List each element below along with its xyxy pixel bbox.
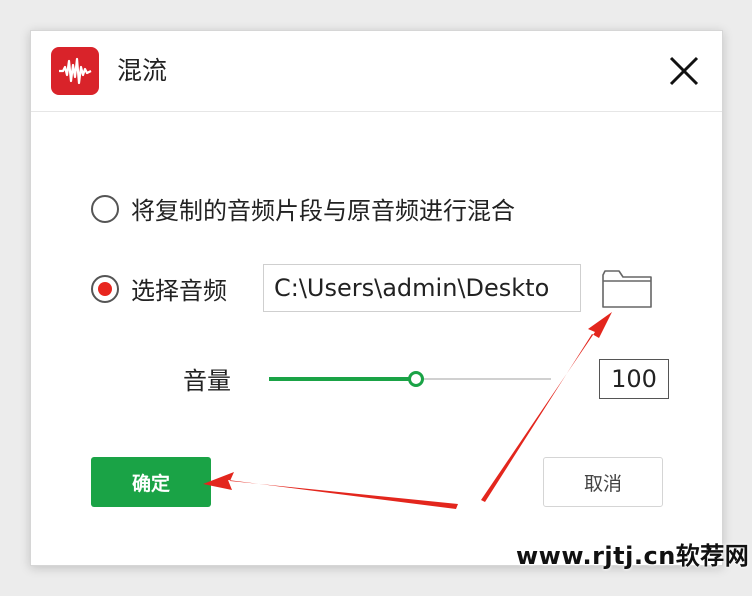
radio-mix-copied[interactable] [91,194,119,223]
volume-label: 音量 [183,367,231,395]
cancel-button[interactable]: 取消 [543,457,663,507]
close-icon[interactable] [666,53,702,89]
option-select-audio-label: 选择音频 [131,277,227,305]
option-mix-copied-label: 将复制的音频片段与原音频进行混合 [131,197,515,225]
radio-select-audio[interactable] [91,274,119,303]
title-bar: 混流 [31,31,722,112]
file-path-input[interactable]: C:\Users\admin\Deskto [263,264,581,312]
option-mix-copied[interactable]: 将复制的音频片段与原音频进行混合 [91,191,515,226]
mix-dialog: 混流 将复制的音频片段与原音频进行混合 选择音频 C:\Users\admin\… [30,30,723,566]
volume-slider[interactable] [269,371,551,387]
dialog-title: 混流 [117,56,168,85]
volume-slider-fill [269,377,416,381]
folder-icon[interactable] [601,267,653,309]
audio-waveform-icon [51,47,99,95]
watermark-text: www.rjtj.cn软荐网 [516,542,750,570]
ok-button[interactable]: 确定 [91,457,211,507]
volume-value-field[interactable]: 100 [599,359,669,399]
option-select-audio[interactable]: 选择音频 [91,271,227,306]
volume-slider-thumb[interactable] [407,371,424,387]
